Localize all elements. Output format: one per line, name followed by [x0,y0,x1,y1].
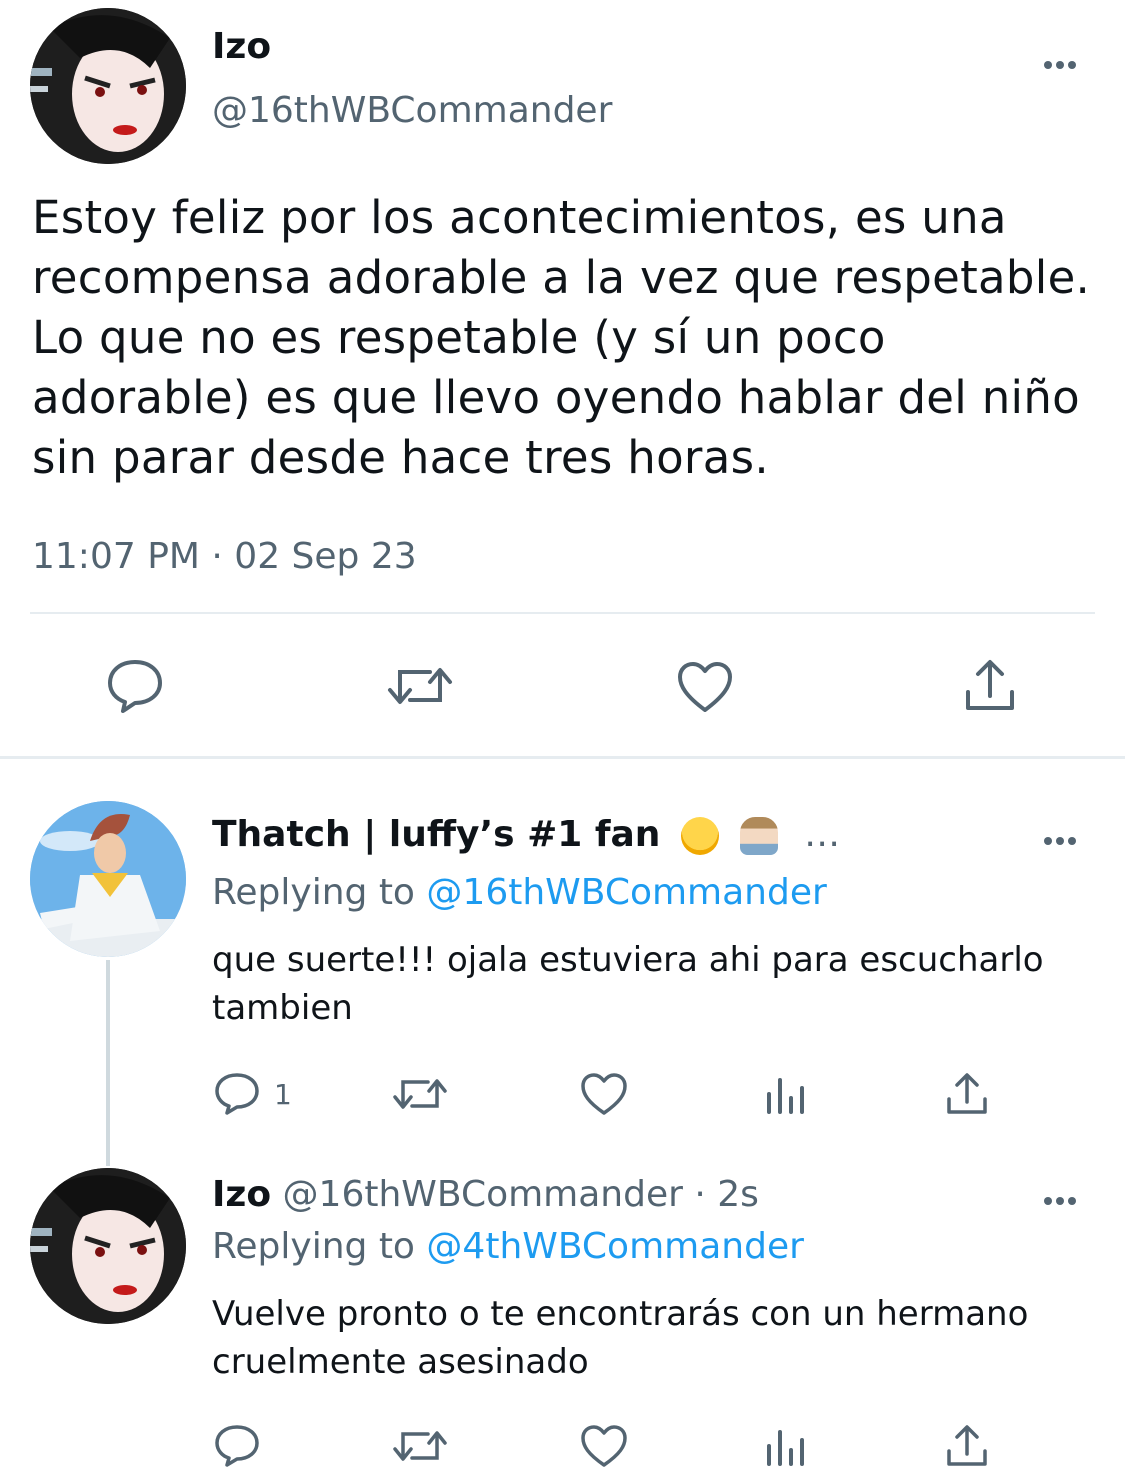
author-name[interactable]: Izo [212,1174,271,1215]
replying-to: Replying to @16thWBCommander [212,872,827,913]
share-icon[interactable] [944,1072,990,1116]
author-name-text: Thatch | luffy’s #1 fan [212,814,661,855]
retweet-icon[interactable] [392,1074,448,1114]
author-handle[interactable]: @16thWBCommander [283,1174,683,1215]
avatar-image [30,1168,186,1324]
more-options-icon[interactable] [1044,54,1084,69]
reply-icon[interactable] [214,1424,260,1468]
reply-icon[interactable] [214,1072,260,1116]
share-icon[interactable] [962,658,1018,714]
like-icon[interactable] [676,660,734,714]
thread-line [106,960,110,1166]
author-handle[interactable]: @16thWBCommander [212,90,612,131]
divider [30,612,1095,614]
retweet-icon[interactable] [392,1426,448,1466]
tweet-text: que suerte!!! ojala estuviera ahi para e… [212,940,1044,1028]
avatar-image [30,8,186,164]
replying-to: Replying to @4thWBCommander [212,1226,804,1267]
tweet-timestamp[interactable]: 11:07 PM · 02 Sep 23 [32,536,417,577]
views-icon[interactable] [764,1426,806,1466]
reply-header: Izo @16thWBCommander · 2s [212,1174,759,1215]
like-icon[interactable] [580,1072,628,1116]
tweet-time[interactable]: · 2s [694,1174,759,1215]
avatar[interactable] [30,8,186,164]
share-icon[interactable] [944,1424,990,1468]
retweet-icon[interactable] [386,662,454,710]
avatar[interactable] [30,1168,186,1324]
section-divider [0,756,1125,759]
name-truncation: … [804,814,841,855]
views-icon[interactable] [764,1074,806,1114]
author-name[interactable]: Izo [212,26,271,67]
tweet-text: Estoy feliz por los acontecimientos, es … [32,191,1091,484]
tweet-text: Vuelve pronto o te encontrarás con un he… [212,1294,1029,1382]
more-options-icon[interactable] [1044,1190,1084,1205]
replying-to-handle[interactable]: @16thWBCommander [426,872,826,913]
reply-icon[interactable] [106,658,164,714]
replying-to-handle[interactable]: @4thWBCommander [426,1226,803,1267]
replying-to-prefix: Replying to [212,1226,415,1267]
avatar[interactable] [30,801,186,957]
avatar-image [30,801,186,957]
more-options-icon[interactable] [1044,830,1084,845]
replying-to-prefix: Replying to [212,872,415,913]
star-struck-emoji-icon [680,817,719,855]
like-icon[interactable] [580,1424,628,1468]
reply-count: 1 [274,1078,292,1111]
author-name[interactable]: Thatch | luffy’s #1 fan … [212,814,840,855]
farmer-emoji-icon [739,817,778,855]
